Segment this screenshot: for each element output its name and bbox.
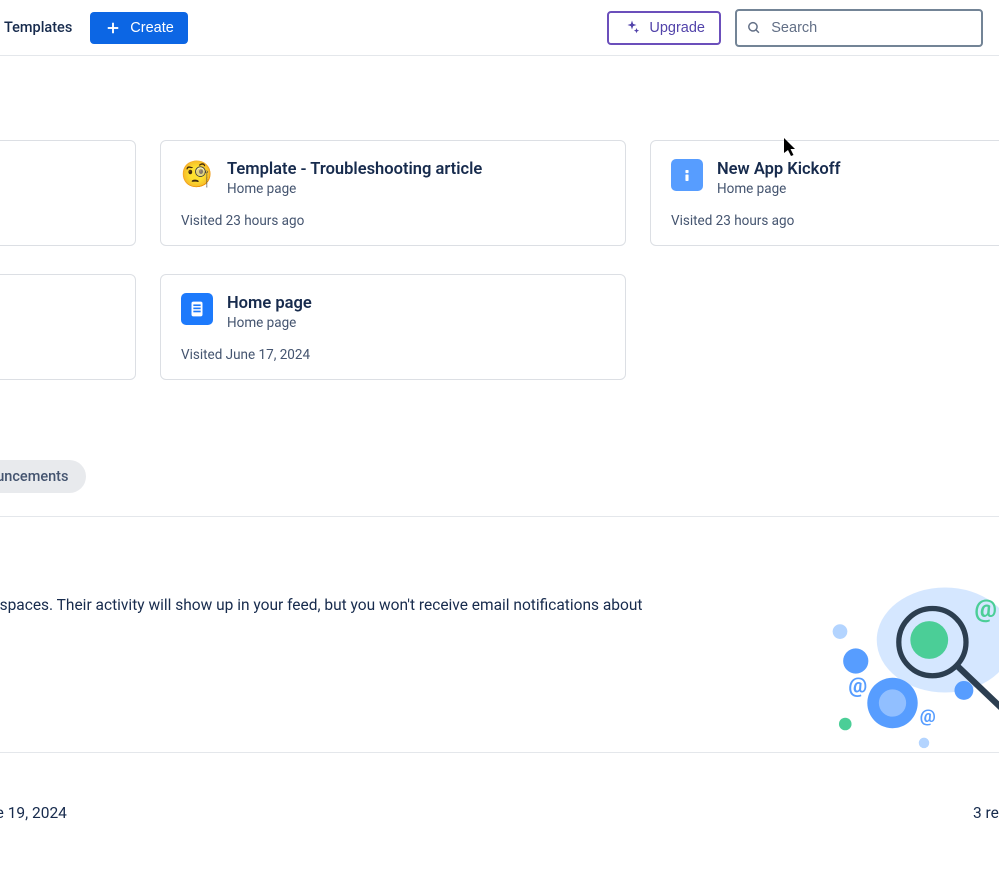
feed-right-text: 3 rec xyxy=(973,804,999,822)
discovery-illustration: @ @ @ xyxy=(819,556,999,766)
recent-card-kickoff[interactable]: New App Kickoff Home page Visited 23 hou… xyxy=(650,140,999,246)
card-footer: Visited 23 hours ago xyxy=(181,213,605,229)
recent-card-troubleshooting[interactable]: 🧐 Template - Troubleshooting article Hom… xyxy=(160,140,626,246)
card-title: New App Kickoff xyxy=(717,159,840,180)
sparkle-icon xyxy=(623,19,641,37)
top-navigation: Templates Create Upgrade xyxy=(0,0,999,56)
document-icon xyxy=(181,293,213,325)
card-subtitle: Home page xyxy=(227,315,312,331)
create-button-label: Create xyxy=(130,20,174,36)
svg-text:@: @ xyxy=(974,595,997,624)
svg-text:@: @ xyxy=(920,706,936,727)
search-icon xyxy=(747,20,761,36)
card-title: Template - Troubleshooting article xyxy=(227,159,482,180)
plus-icon xyxy=(104,19,122,37)
card-footer: Visited June 17, 2024 xyxy=(181,347,605,363)
svg-text:@: @ xyxy=(848,675,867,699)
tab-announcements[interactable]: ouncements xyxy=(0,460,86,493)
feed-date: June 19, 2024 xyxy=(0,804,67,822)
search-container[interactable] xyxy=(735,9,983,47)
divider xyxy=(0,752,999,753)
upgrade-button[interactable]: Upgrade xyxy=(607,11,721,45)
recent-card[interactable] xyxy=(0,274,136,380)
recent-card-homepage[interactable]: Home page Home page Visited June 17, 202… xyxy=(160,274,626,380)
recent-cards-row-2: Home page Home page Visited June 17, 202… xyxy=(0,274,626,380)
search-input[interactable] xyxy=(771,20,971,36)
upgrade-button-label: Upgrade xyxy=(649,20,705,36)
feed-description: and spaces. Their activity will show up … xyxy=(0,594,760,617)
card-subtitle: Home page xyxy=(717,181,840,197)
info-icon xyxy=(671,159,703,191)
divider xyxy=(0,516,999,517)
recent-cards-row-1: 🧐 Template - Troubleshooting article Hom… xyxy=(0,140,999,246)
card-title: Home page xyxy=(227,293,312,314)
card-subtitle: Home page xyxy=(227,181,482,197)
emoji-icon: 🧐 xyxy=(181,159,213,191)
recent-card[interactable] xyxy=(0,140,136,246)
create-button[interactable]: Create xyxy=(90,12,188,44)
card-footer: Visited 23 hours ago xyxy=(671,213,999,229)
templates-link[interactable]: Templates xyxy=(0,13,76,42)
